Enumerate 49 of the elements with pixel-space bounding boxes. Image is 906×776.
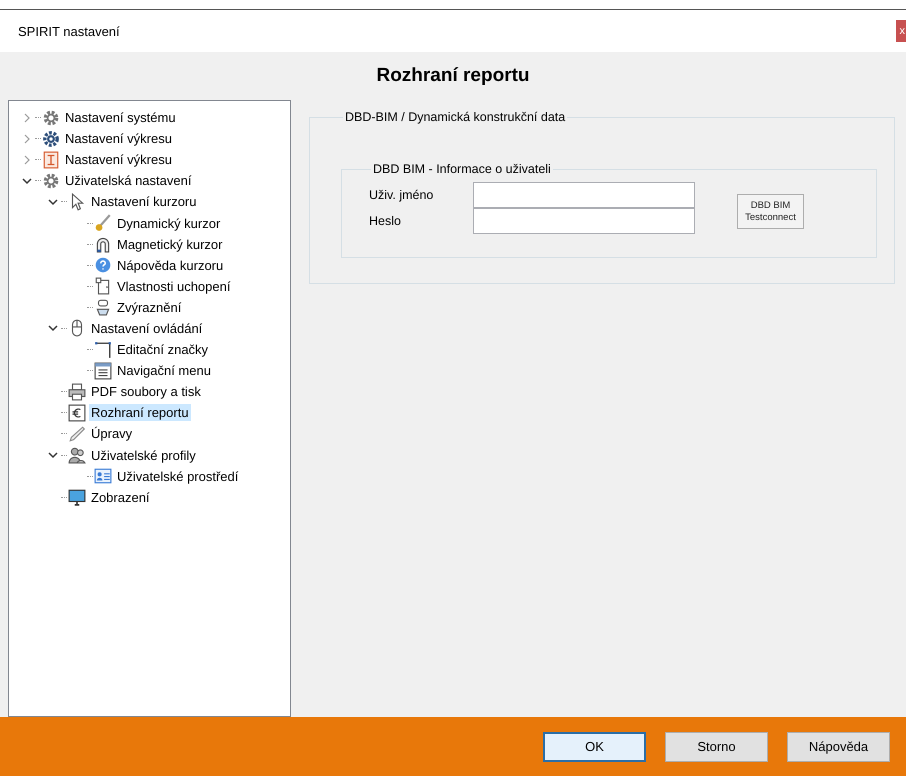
pencil-icon: [68, 424, 86, 443]
tree-item[interactable]: Uživatelské prostředí: [115, 468, 240, 485]
tree-item[interactable]: PDF soubory a tisk: [89, 383, 203, 400]
field-label: Uživ. jméno: [369, 188, 434, 202]
tree-item[interactable]: Nastavení systému: [63, 109, 178, 126]
dialog-button[interactable]: Nápověda: [787, 732, 890, 762]
edit-marks-icon: [94, 340, 112, 359]
list-icon: [94, 362, 112, 380]
testconnect-button[interactable]: DBD BIM Testconnect: [737, 194, 804, 229]
tree-item[interactable]: Nastavení kurzoru: [89, 193, 198, 210]
help-icon: [94, 256, 112, 274]
page-title: Rozhraní reportu: [376, 65, 530, 87]
tree-item[interactable]: Editační značky: [115, 341, 210, 358]
input-field[interactable]: [473, 182, 695, 208]
magnet-icon: [94, 235, 112, 254]
tree-item[interactable]: Magnetický kurzor: [115, 236, 224, 253]
tree-item[interactable]: Navigační menu: [115, 362, 213, 380]
gear-icon: [42, 108, 60, 127]
gear-icon: [42, 172, 60, 190]
gear-icon: [42, 130, 60, 148]
dialog-button[interactable]: Storno: [665, 732, 768, 762]
printer-icon: [68, 382, 86, 401]
dialog-button[interactable]: OK: [543, 732, 646, 762]
tree-item[interactable]: Nastavení ovládání: [89, 320, 204, 337]
tree-item[interactable]: Nastavení výkresu: [63, 130, 174, 148]
users-icon: [68, 446, 86, 464]
tree-item[interactable]: Uživatelská nastavení: [63, 172, 194, 190]
tree-item[interactable]: Úpravy: [89, 425, 134, 442]
window-title: SPIRIT nastavení: [18, 24, 120, 38]
tree-item[interactable]: Rozhraní reportu: [89, 404, 191, 422]
brush-icon: [94, 214, 112, 232]
lamp-icon: [94, 298, 112, 316]
input-field[interactable]: [473, 208, 695, 234]
tree-item[interactable]: Uživatelské profily: [89, 446, 198, 464]
tree-item[interactable]: Zobrazení: [89, 488, 152, 506]
euro-icon: [68, 404, 86, 422]
close-button[interactable]: x: [896, 20, 906, 42]
monitor-icon: [68, 488, 86, 506]
user-card-icon: [94, 467, 112, 486]
group-title: DBD BIM - Informace o uživateli: [372, 162, 552, 176]
frame-icon: [94, 277, 112, 296]
field-label: Heslo: [369, 214, 402, 228]
tree-item[interactable]: Dynamický kurzor: [115, 214, 222, 232]
group-title: DBD-BIM / Dynamická konstrukční data: [344, 110, 566, 124]
tree-item[interactable]: Zvýraznění: [115, 298, 184, 316]
tree-item[interactable]: Vlastnosti uchopení: [115, 278, 232, 295]
tree-item[interactable]: Nastavení výkresu: [63, 151, 174, 168]
document-icon: [42, 150, 60, 169]
tree-item[interactable]: Nápověda kurzoru: [115, 256, 226, 274]
